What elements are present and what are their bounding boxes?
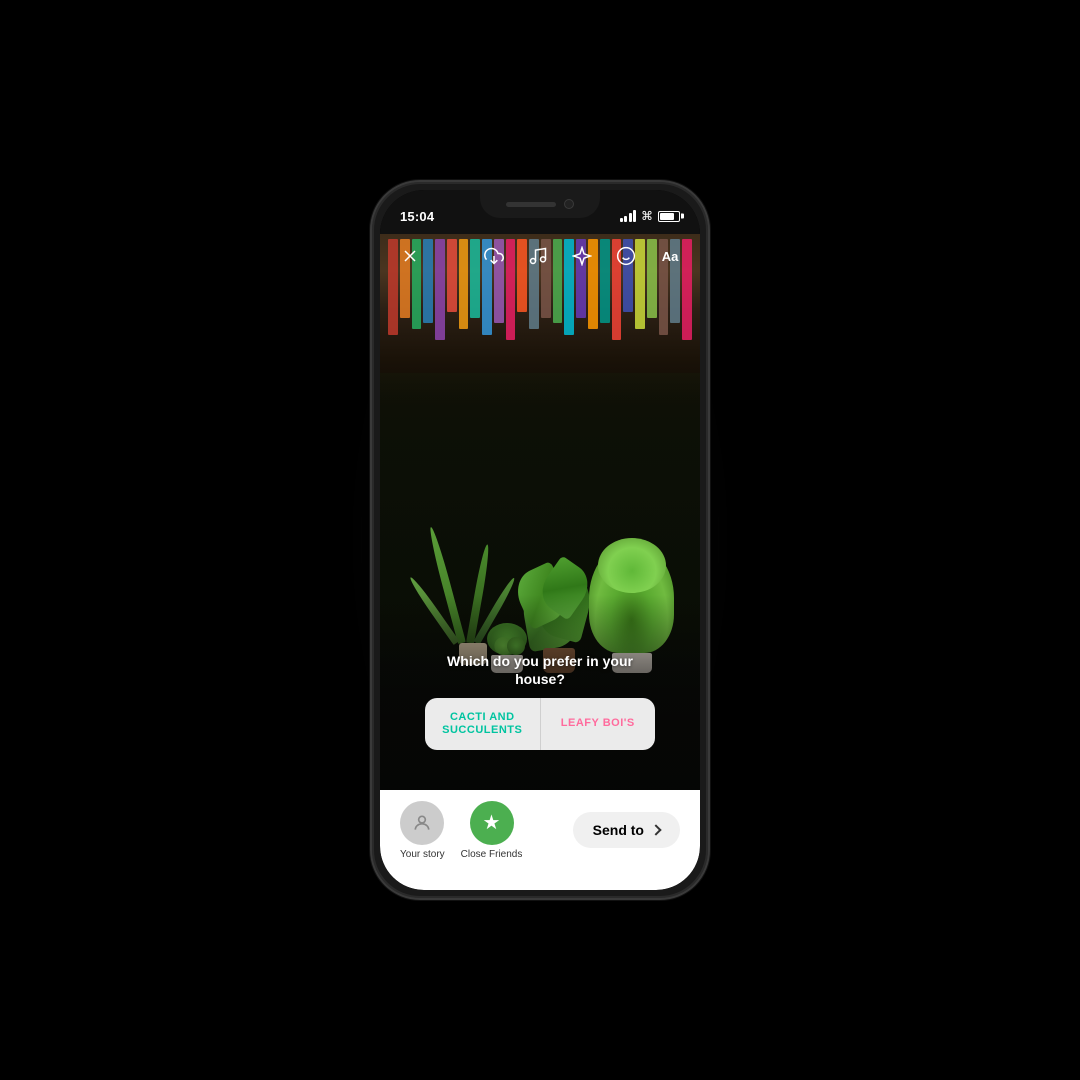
battery-icon xyxy=(658,211,680,222)
close-friends-label: Close Friends xyxy=(461,849,523,860)
screen: 15:04 ⌘ xyxy=(380,190,700,890)
your-story-label: Your story xyxy=(400,849,445,860)
notch xyxy=(480,190,600,218)
poll-widget: Which do you prefer in your house? CACTI… xyxy=(425,652,655,750)
sparkle-button[interactable] xyxy=(566,240,598,272)
brush-button[interactable]: Aa xyxy=(654,240,686,272)
poll-option-b[interactable]: LEAFY BOI'S xyxy=(541,698,656,750)
text-tool-label: Aa xyxy=(662,249,679,264)
chevron-right-icon xyxy=(650,824,661,835)
front-camera xyxy=(564,199,574,209)
status-icons: ⌘ xyxy=(620,209,681,223)
wifi-icon: ⌘ xyxy=(641,209,653,223)
close-story-button[interactable] xyxy=(394,240,426,272)
your-story-avatar xyxy=(400,801,444,845)
story-options: Your story ★ Close Friends xyxy=(400,801,522,860)
sticker-button[interactable] xyxy=(610,240,642,272)
emoji-icon xyxy=(616,246,636,266)
bottom-bar: Your story ★ Close Friends Send to xyxy=(380,790,700,890)
status-time: 15:04 xyxy=(400,209,434,224)
person-icon xyxy=(412,813,432,833)
download-button[interactable] xyxy=(478,240,510,272)
download-icon xyxy=(484,246,504,266)
your-story-option[interactable]: Your story xyxy=(400,801,445,860)
close-icon xyxy=(400,246,420,266)
music-button[interactable] xyxy=(522,240,554,272)
send-to-label: Send to xyxy=(593,822,644,838)
star-icon: ★ xyxy=(483,810,501,835)
send-to-button[interactable]: Send to xyxy=(573,812,680,848)
close-friends-avatar: ★ xyxy=(470,801,514,845)
poll-options: CACTI AND SUCCULENTS LEAFY BOI'S xyxy=(425,698,655,750)
sparkle-icon xyxy=(572,246,592,266)
close-friends-option[interactable]: ★ Close Friends xyxy=(461,801,523,860)
phone-wrapper: 15:04 ⌘ xyxy=(370,180,710,900)
speaker xyxy=(506,202,556,207)
story-toolbar: Aa xyxy=(380,234,700,278)
music-icon xyxy=(528,246,548,266)
signal-icon xyxy=(620,210,637,222)
poll-question: Which do you prefer in your house? xyxy=(425,652,655,688)
phone-frame: 15:04 ⌘ xyxy=(370,180,710,900)
poll-option-a[interactable]: CACTI AND SUCCULENTS xyxy=(425,698,541,750)
story-area: Aa Which do you prefer in your house? CA… xyxy=(380,190,700,890)
toolbar-right: Aa xyxy=(478,240,686,272)
